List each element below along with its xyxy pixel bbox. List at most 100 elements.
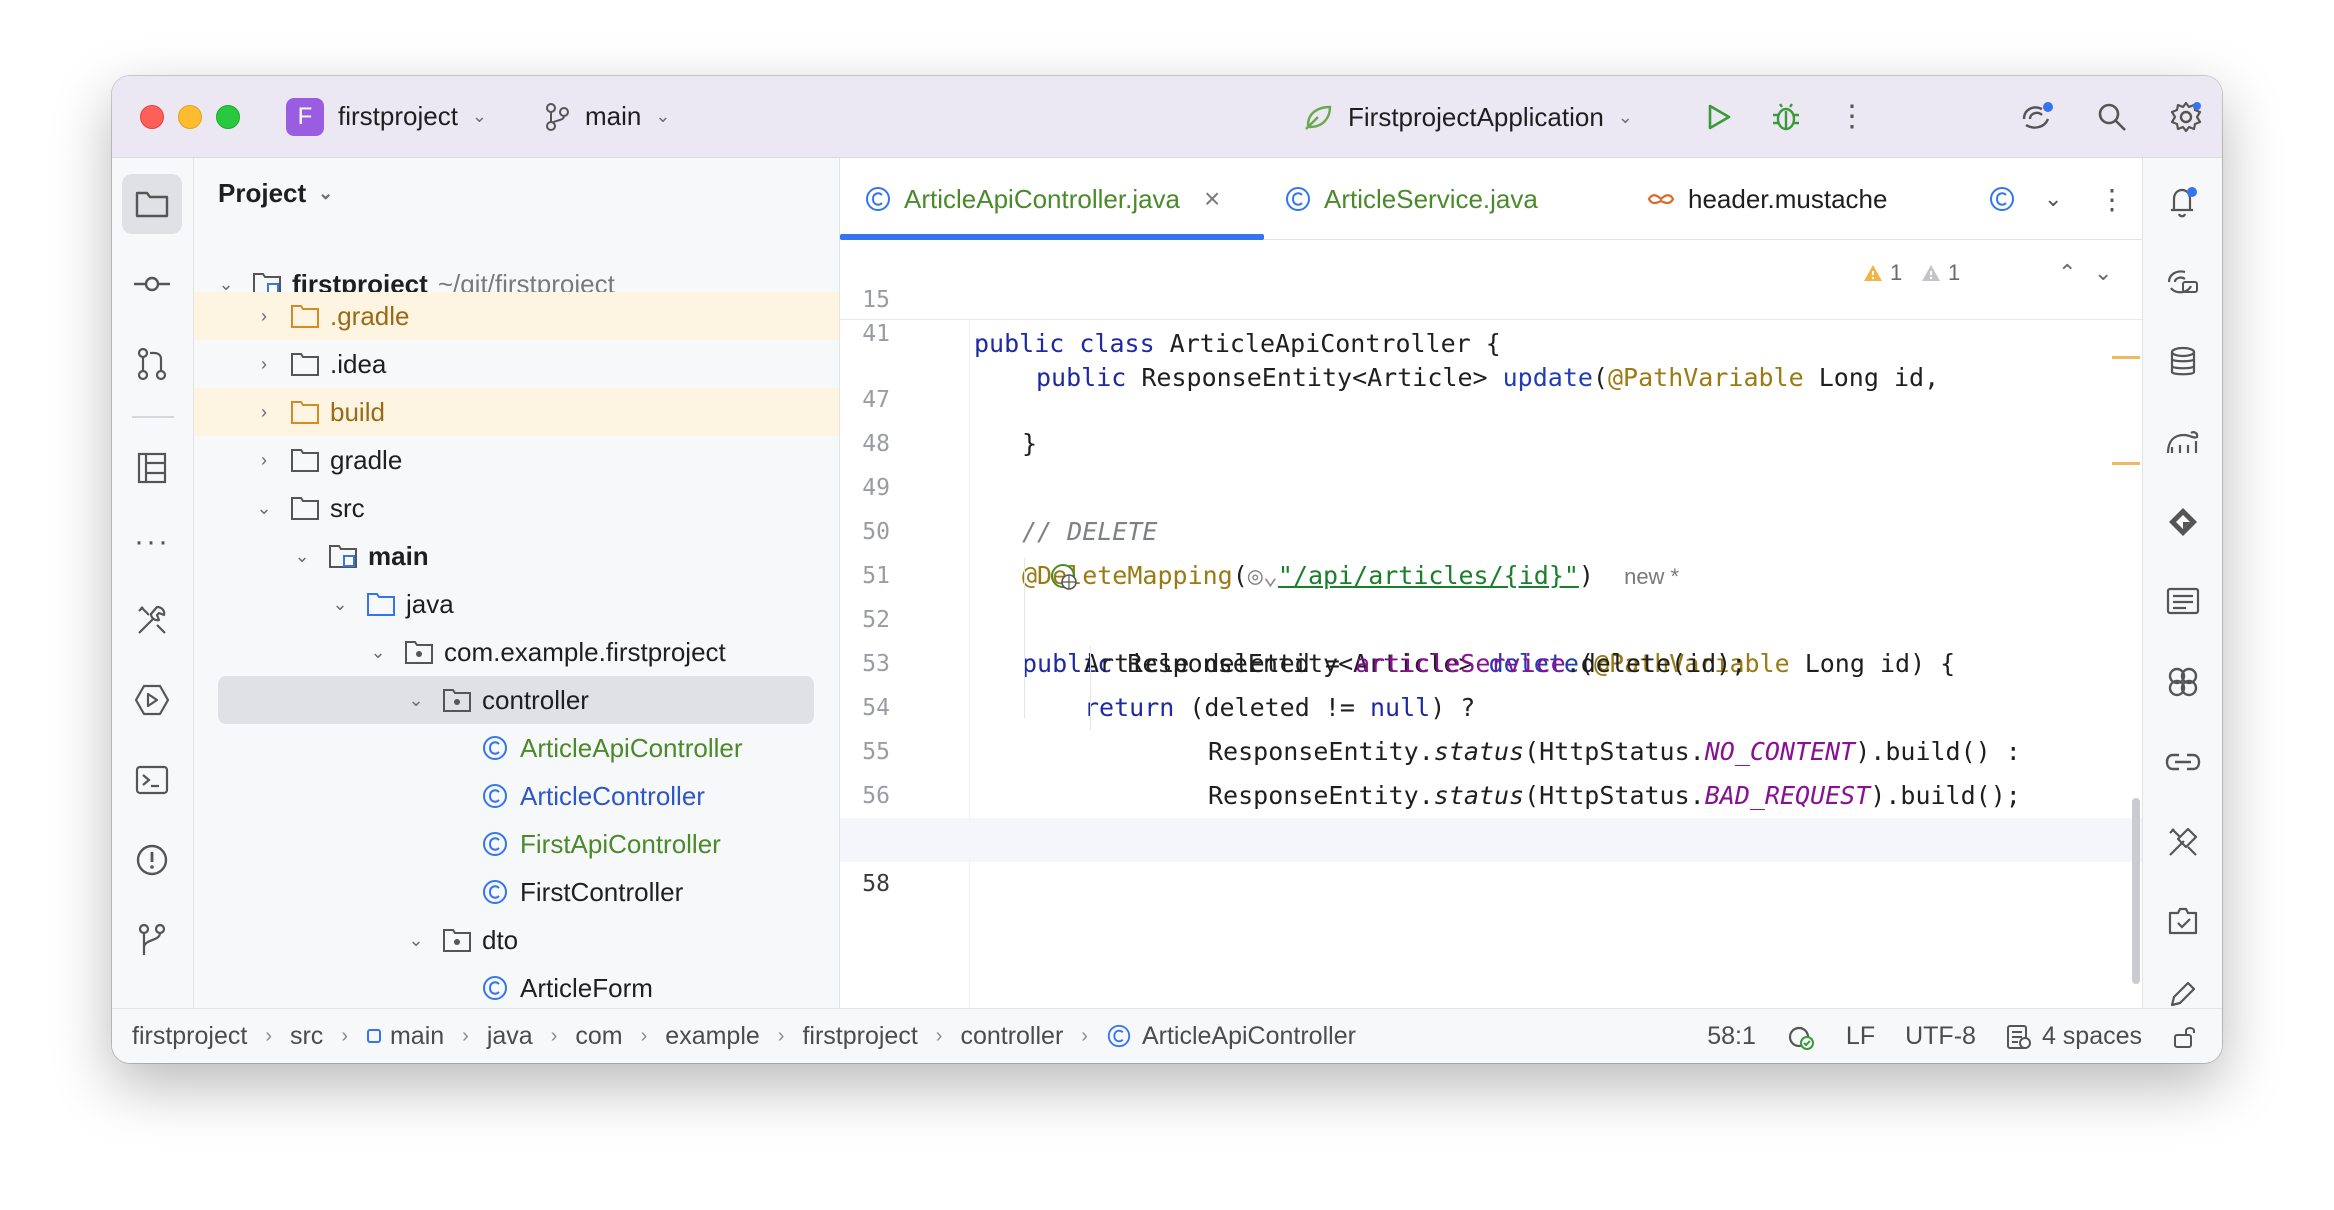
plugins-button[interactable] — [2153, 652, 2213, 712]
tab-list-button[interactable]: ⌄ — [2044, 158, 2062, 240]
more-tools-button[interactable]: ··· — [122, 512, 182, 572]
run-button[interactable] — [1698, 97, 1738, 137]
recent-class-tab-button[interactable] — [1988, 158, 2016, 240]
notifications-button[interactable] — [2153, 172, 2213, 232]
http-client-button[interactable] — [2153, 732, 2213, 792]
tree-item-dto[interactable]: ⌄ dto — [194, 916, 839, 964]
project-panel-title[interactable]: Project ⌄ — [218, 178, 333, 209]
zoom-window-button[interactable] — [216, 104, 240, 129]
project-switcher[interactable]: F firstproject ⌄ — [286, 97, 487, 136]
chevron-right-icon[interactable]: › — [252, 354, 276, 375]
database-button[interactable] — [2153, 332, 2213, 392]
tree-item-controller[interactable]: ⌄ controller — [218, 676, 814, 724]
settings-button[interactable] — [2166, 97, 2206, 137]
more-actions-button[interactable]: ⋮ — [1832, 97, 1872, 137]
chevron-right-icon: › — [341, 1024, 348, 1047]
weak-warnings-indicator[interactable]: 1 — [1920, 260, 1960, 286]
branch-switcher[interactable]: main ⌄ — [543, 101, 670, 132]
breadcrumb-item[interactable]: example — [665, 1022, 760, 1051]
tree-item-package[interactable]: ⌄ com.example.firstproject — [194, 628, 839, 676]
build-tools-button[interactable] — [122, 590, 182, 650]
chevron-down-icon[interactable]: ⌄ — [404, 930, 428, 951]
code-line: 52 Article deleted = articleService.dele… — [840, 554, 2142, 678]
breadcrumb-item-class[interactable]: ArticleApiController — [1106, 1022, 1356, 1051]
debug-button[interactable] — [1766, 97, 1806, 137]
search-everywhere-button[interactable] — [2092, 97, 2132, 137]
tree-item-articleapicontroller[interactable]: ArticleApiController — [194, 724, 839, 772]
previous-highlight-button[interactable]: ⌃ — [2058, 260, 2076, 286]
structure-tool-button[interactable] — [122, 438, 182, 498]
vertical-scrollbar[interactable] — [2132, 798, 2140, 984]
tree-item-label: main — [368, 540, 429, 571]
terminal-tool-button[interactable] — [122, 750, 182, 810]
code-area[interactable]: 15 public class ArticleApiController { 4… — [840, 240, 2142, 1008]
chevron-right-icon[interactable]: › — [252, 450, 276, 471]
breadcrumb-item[interactable]: com — [575, 1022, 622, 1051]
services-tool-button[interactable] — [122, 670, 182, 730]
warnings-indicator[interactable]: 1 — [1862, 260, 1902, 286]
project-tool-button[interactable] — [122, 174, 182, 234]
chevron-down-icon: ⌄ — [2044, 186, 2063, 211]
chevron-right-icon[interactable]: › — [252, 402, 276, 423]
jpa-buddy-button[interactable] — [2153, 492, 2213, 552]
persistence-button[interactable] — [2153, 892, 2213, 952]
breadcrumb-item[interactable]: controller — [960, 1022, 1063, 1051]
tree-item-label: src — [330, 492, 365, 523]
breadcrumb-item[interactable]: src — [290, 1022, 323, 1051]
breadcrumb-label: ArticleApiController — [1141, 1021, 1356, 1050]
file-encoding[interactable]: UTF-8 — [1905, 1022, 1976, 1051]
gradle-button[interactable] — [2153, 412, 2213, 472]
minimize-window-button[interactable] — [178, 104, 202, 129]
breadcrumb: firstproject › src › main › java › com ›… — [132, 1022, 1356, 1051]
chevron-down-icon[interactable]: ⌄ — [366, 642, 390, 663]
chevron-right-icon[interactable]: › — [252, 306, 276, 327]
tree-item-java[interactable]: ⌄ java — [194, 580, 839, 628]
line-separator[interactable]: LF — [1846, 1022, 1875, 1051]
tree-item-articleform[interactable]: ArticleForm — [194, 964, 839, 1008]
tree-item-firstcontroller[interactable]: FirstController — [194, 868, 839, 916]
ai-chat-button[interactable] — [2153, 252, 2213, 312]
endpoints-button[interactable] — [2153, 572, 2213, 632]
tab-articleservice[interactable]: ArticleService.java — [1284, 158, 1538, 240]
chevron-right-icon: › — [1081, 1024, 1088, 1047]
tree-item-dot-gradle[interactable]: › .gradle — [194, 292, 839, 340]
error-stripe-marker[interactable] — [2112, 356, 2140, 359]
chevron-down-icon[interactable]: ⌄ — [404, 690, 428, 711]
tab-more-button[interactable]: ⋮ — [2098, 158, 2126, 240]
unlock-icon[interactable] — [2172, 1024, 2198, 1050]
tree-item-build[interactable]: › build — [194, 388, 839, 436]
tree-item-src[interactable]: ⌄ src — [194, 484, 839, 532]
commit-tool-button[interactable] — [122, 254, 182, 314]
tree-item-idea[interactable]: › .idea — [194, 340, 839, 388]
run-configuration-selector[interactable]: FirstprojectApplication ⌄ — [1302, 76, 1633, 158]
ai-assistant-button[interactable] — [2018, 97, 2058, 137]
pull-requests-tool-button[interactable] — [122, 334, 182, 394]
chevron-down-icon[interactable]: ⌄ — [252, 498, 276, 519]
build-tools-icon — [138, 605, 166, 634]
problems-tool-button[interactable] — [122, 830, 182, 890]
chevron-down-icon[interactable]: ⌄ — [290, 546, 314, 567]
profiler-button[interactable] — [2153, 812, 2213, 872]
status-widgets: 58:1 LF UTF-8 4 spaces — [1707, 1009, 2222, 1063]
close-icon[interactable]: × — [1204, 183, 1220, 215]
class-icon — [1107, 1024, 1131, 1048]
indent-setting[interactable]: 4 spaces — [2006, 1022, 2142, 1051]
breadcrumb-item[interactable]: firstproject — [132, 1022, 247, 1051]
git-tool-button[interactable] — [122, 910, 182, 970]
ai-status-icon[interactable] — [1786, 1022, 1816, 1052]
tree-item-firstapicontroller[interactable]: FirstApiController — [194, 820, 839, 868]
next-highlight-button[interactable]: ⌄ — [2094, 260, 2112, 286]
tab-header-mustache[interactable]: header.mustache — [1646, 158, 1887, 240]
tree-item-main[interactable]: ⌄ main — [194, 532, 839, 580]
chevron-down-icon[interactable]: ⌄ — [328, 594, 352, 615]
breadcrumb-item-main[interactable]: main — [366, 1022, 444, 1051]
commit-icon — [134, 276, 170, 292]
breadcrumb-item[interactable]: firstproject — [802, 1022, 917, 1051]
breadcrumb-item[interactable]: java — [487, 1022, 533, 1051]
tree-item-articlecontroller[interactable]: ArticleController — [194, 772, 839, 820]
tab-articleapicontroller[interactable]: ArticleApiController.java × — [864, 158, 1220, 240]
caret-position[interactable]: 58:1 — [1707, 1022, 1756, 1051]
error-stripe-marker[interactable] — [2112, 462, 2140, 465]
tree-item-gradle[interactable]: › gradle — [194, 436, 839, 484]
close-window-button[interactable] — [140, 104, 164, 129]
